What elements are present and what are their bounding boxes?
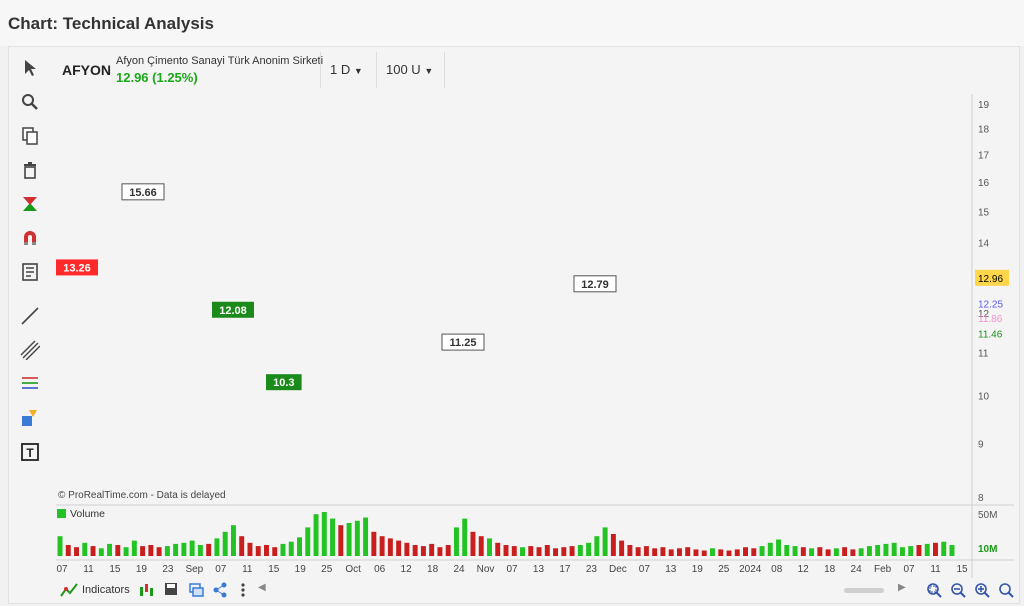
zoom-in-icon[interactable]: [974, 582, 990, 598]
magnet-icon[interactable]: [18, 226, 42, 250]
indicators-icon: [60, 583, 78, 597]
cursor-icon[interactable]: [18, 56, 42, 80]
legend-swatch: [230, 96, 240, 106]
interval-value: 1 D: [330, 62, 351, 77]
legend-swatch: [100, 96, 110, 106]
bars-select[interactable]: 100 U ▼: [386, 62, 433, 77]
chart-legend: Price SMA (20) SMA (50) SMA (100) SMA (2…: [56, 95, 364, 107]
channel-tool-icon[interactable]: [18, 338, 42, 362]
more-icon[interactable]: [236, 582, 250, 598]
legend-label: SMA (100): [243, 95, 294, 107]
divider: [376, 52, 377, 88]
share-icon[interactable]: [212, 582, 228, 598]
zoom-out-icon[interactable]: [950, 582, 966, 598]
drawing-toolbar: T: [8, 46, 52, 476]
legend-sma20[interactable]: SMA (20): [100, 95, 158, 107]
svg-text:T: T: [26, 446, 34, 460]
zoom-area-icon[interactable]: [926, 582, 942, 598]
line-tool-icon[interactable]: [18, 304, 42, 328]
title-bar: Chart: Technical Analysis: [0, 0, 1024, 46]
fibonacci-icon[interactable]: [18, 372, 42, 396]
window-title: Chart: Technical Analysis: [8, 14, 214, 33]
legend-swatch: [56, 96, 65, 106]
divider: [444, 52, 445, 88]
text-tool-icon[interactable]: T: [18, 440, 42, 464]
legend-swatch: [165, 96, 175, 106]
zoom-reset-icon[interactable]: [998, 582, 1014, 598]
chevron-down-icon: ▼: [424, 66, 434, 76]
save-icon[interactable]: [164, 582, 178, 596]
legend-label: SMA (20): [113, 95, 158, 107]
trash-icon[interactable]: [18, 158, 42, 182]
indicators-label: Indicators: [82, 584, 130, 596]
scroll-right-icon[interactable]: ▶: [898, 582, 906, 593]
legend-sma200[interactable]: SMA (200): [301, 95, 364, 107]
symbol: AFYON: [62, 62, 111, 78]
interval-select[interactable]: 1 D ▼: [330, 62, 363, 77]
price-change: 12.96 (1.25%): [116, 70, 198, 85]
company-name: Afyon Çimento Sanayi Türk Anonim Sirketi: [116, 55, 324, 67]
scroll-left-icon[interactable]: ◀: [258, 582, 266, 593]
legend-label: Price: [69, 95, 93, 107]
divider: [320, 52, 321, 88]
legend-label: SMA (50): [178, 95, 223, 107]
legend-sma50[interactable]: SMA (50): [165, 95, 223, 107]
legend-sma100[interactable]: SMA (100): [230, 95, 293, 107]
copy-icon[interactable]: [18, 124, 42, 148]
bottom-toolbar: Indicators ◀ ▶: [54, 580, 1014, 604]
scrollbar[interactable]: [844, 588, 884, 593]
chevron-down-icon: ▼: [353, 66, 363, 76]
report-icon[interactable]: [18, 260, 42, 284]
zoom-icon[interactable]: [18, 90, 42, 114]
layout-icon[interactable]: [188, 582, 204, 598]
bars-value: 100 U: [386, 62, 421, 77]
shapes-icon[interactable]: [18, 406, 42, 430]
chart-type-icon[interactable]: [138, 582, 154, 598]
zigzag-pattern-icon[interactable]: [18, 192, 42, 216]
chart-panel: [8, 46, 1020, 604]
chart-header: AFYON Afyon Çimento Sanayi Türk Anonim S…: [54, 48, 1014, 92]
legend-swatch: [301, 96, 311, 106]
legend-price[interactable]: Price: [56, 95, 93, 107]
indicators-button[interactable]: Indicators: [60, 582, 130, 598]
legend-label: SMA (200): [314, 95, 364, 107]
